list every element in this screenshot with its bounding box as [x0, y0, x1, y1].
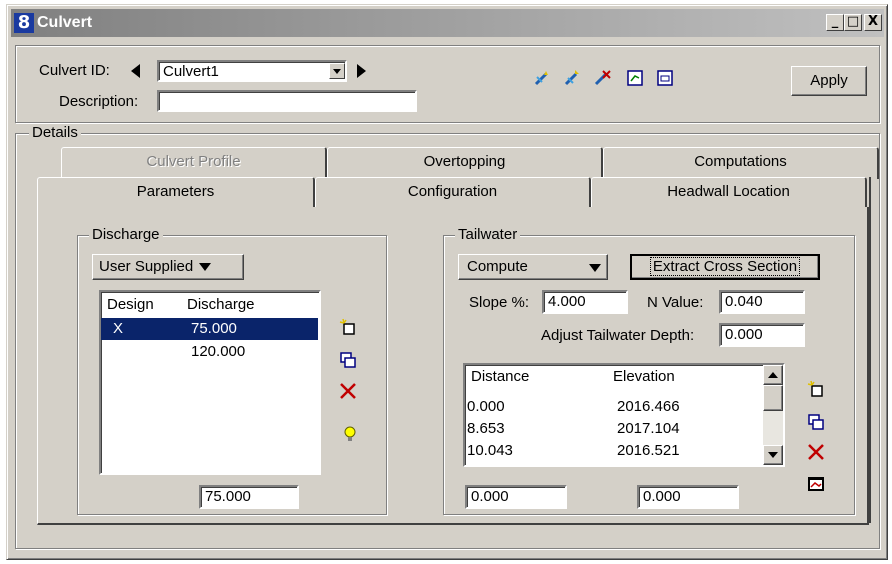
chart-view-icon[interactable] [807, 475, 825, 493]
delete-culvert-icon[interactable] [594, 69, 612, 87]
discharge-row-value: 75.000 [191, 320, 237, 337]
delete-row-icon[interactable] [807, 443, 825, 461]
extract-cross-section-button[interactable]: Extract Cross Section [630, 254, 820, 280]
chevron-down-icon [589, 264, 601, 272]
tab-parameters[interactable]: Parameters [37, 177, 315, 209]
cross-section-elevation: 2017.104 [617, 420, 680, 437]
next-culvert-icon[interactable] [357, 64, 366, 78]
discharge-row-value: 120.000 [191, 343, 246, 360]
chevron-down-icon [768, 452, 778, 458]
description-field[interactable] [157, 90, 417, 112]
tab-computations[interactable]: Computations [603, 147, 879, 179]
cross-section-col-elevation: Elevation [613, 368, 675, 385]
n-value-field[interactable]: 0.040 [719, 290, 805, 314]
tab-stack-edge [869, 177, 871, 523]
scroll-down-button[interactable] [763, 445, 783, 465]
culvert-id-select[interactable]: Culvert1 [157, 60, 347, 82]
duplicate-culvert-icon[interactable] [564, 69, 582, 87]
minimize-button[interactable]: _ [826, 14, 844, 31]
app-logo-icon: 8 [14, 13, 34, 33]
cross-section-distance: 8.653 [467, 420, 505, 437]
details-label: Details [29, 124, 81, 142]
description-label: Description: [59, 93, 139, 110]
discharge-mode-value: User Supplied [99, 258, 194, 275]
cross-section-distance: 0.000 [467, 398, 505, 415]
scroll-up-button[interactable] [763, 365, 783, 385]
add-row-icon[interactable] [339, 318, 357, 336]
previous-culvert-icon[interactable] [131, 64, 140, 78]
tab-headwall-location[interactable]: Headwall Location [591, 177, 867, 209]
close-button[interactable]: X [864, 14, 882, 31]
discharge-row-design: X [113, 320, 124, 337]
cross-section-elevation: 2016.466 [617, 398, 680, 415]
header-panel [15, 45, 880, 123]
profile-view-icon[interactable] [656, 69, 674, 87]
tailwater-mode-dropdown[interactable]: Compute [458, 254, 608, 280]
table-row[interactable]: 0.000 2016.466 [465, 397, 763, 419]
lightbulb-icon[interactable] [341, 425, 359, 443]
cross-section-elevation: 2016.521 [617, 442, 680, 459]
chevron-up-icon [768, 372, 778, 378]
culvert-window: 8 Culvert _ □ X Culvert ID: Culvert1 Des… [6, 4, 888, 560]
tab-headwall-location-label: Headwall Location [667, 183, 790, 200]
culvert-id-label: Culvert ID: [39, 62, 110, 79]
discharge-label: Discharge [89, 226, 163, 244]
delete-row-icon[interactable] [339, 382, 357, 400]
elevation-field[interactable]: 0.000 [637, 485, 739, 509]
table-row[interactable]: 120.000 [101, 341, 318, 363]
tab-configuration-label: Configuration [407, 183, 498, 200]
tab-overtopping-label: Overtopping [423, 153, 506, 170]
table-row[interactable]: 8.653 2017.104 [465, 419, 763, 441]
slope-field[interactable]: 4.000 [542, 290, 628, 314]
extract-cross-section-label: Extract Cross Section [649, 257, 801, 276]
table-row[interactable]: 10.043 2016.521 [465, 441, 763, 463]
discharge-total-field[interactable]: 75.000 [199, 485, 299, 509]
adjust-tailwater-depth-field[interactable]: 0.000 [719, 323, 805, 347]
tailwater-mode-value: Compute [467, 258, 528, 275]
discharge-col-design: Design [107, 296, 154, 313]
cross-section-distance: 10.043 [467, 442, 513, 459]
cross-section-col-distance: Distance [471, 368, 530, 385]
tab-culvert-profile[interactable]: Culvert Profile [61, 147, 327, 179]
apply-button[interactable]: Apply [791, 66, 867, 96]
tab-configuration[interactable]: Configuration [315, 177, 591, 209]
title-bar[interactable]: 8 Culvert _ □ X [11, 9, 884, 37]
discharge-col-discharge: Discharge [187, 296, 255, 313]
slope-label: Slope %: [469, 294, 530, 311]
maximize-button[interactable]: □ [844, 14, 862, 31]
chevron-down-icon [199, 263, 212, 272]
copy-row-icon[interactable] [807, 413, 825, 431]
tab-overtopping[interactable]: Overtopping [327, 147, 603, 179]
distance-field[interactable]: 0.000 [465, 485, 567, 509]
copy-row-icon[interactable] [339, 351, 357, 369]
scroll-thumb[interactable] [763, 385, 783, 411]
add-row-icon[interactable] [807, 380, 825, 398]
new-culvert-icon[interactable] [534, 69, 552, 87]
tab-culvert-profile-label: Culvert Profile [146, 153, 241, 170]
discharge-mode-dropdown[interactable]: User Supplied [92, 254, 244, 280]
culvert-id-value: Culvert1 [163, 63, 219, 80]
adjust-tailwater-depth-label: Adjust Tailwater Depth: [541, 327, 695, 344]
report-icon[interactable] [626, 69, 644, 87]
chevron-down-icon[interactable] [329, 63, 345, 79]
tailwater-label: Tailwater [455, 226, 521, 244]
table-row[interactable]: X 75.000 [101, 318, 318, 340]
tab-computations-label: Computations [694, 153, 787, 170]
tab-parameters-label: Parameters [136, 183, 215, 200]
n-value-label: N Value: [647, 294, 704, 311]
window-title: Culvert [37, 14, 93, 31]
